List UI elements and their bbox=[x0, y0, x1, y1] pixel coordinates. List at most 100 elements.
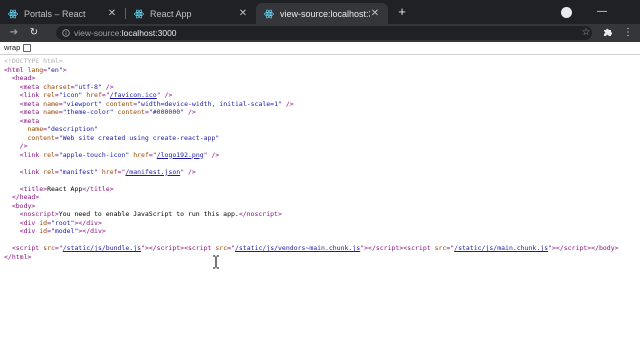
tag-text: <script bbox=[403, 244, 431, 252]
attr-value: "en" bbox=[47, 65, 63, 74]
react-icon bbox=[8, 9, 18, 19]
attr-name: name bbox=[43, 99, 59, 108]
tag-text: ></div> bbox=[74, 218, 102, 227]
source-line: <meta name="viewport" content="width=dev… bbox=[4, 100, 619, 109]
info-icon[interactable] bbox=[62, 29, 70, 37]
wrap-label: wrap bbox=[4, 43, 21, 52]
url-text: view-source:localhost:3000 bbox=[74, 28, 177, 38]
tag-text: <script bbox=[11, 244, 40, 252]
source-line: content="Web site created using create-r… bbox=[4, 134, 619, 143]
tag-text: <html bbox=[4, 65, 24, 74]
tag-text: "></script> bbox=[141, 244, 185, 252]
source-link[interactable]: /manifest.json bbox=[125, 168, 180, 176]
tag-text: <script bbox=[184, 244, 212, 252]
attr-value: "apple-touch-icon" bbox=[58, 150, 130, 159]
tag-text: <head bbox=[11, 74, 32, 82]
source-line bbox=[4, 236, 619, 245]
source-line: /> bbox=[4, 142, 619, 151]
source-line: </head> bbox=[4, 193, 619, 202]
arrow-right-icon[interactable]: ➔ bbox=[8, 27, 20, 39]
close-icon[interactable]: ✕ bbox=[107, 8, 117, 19]
source-line: <script src="/static/js/bundle.js"></scr… bbox=[4, 244, 619, 253]
attr-name: rel bbox=[43, 91, 55, 99]
kebab-menu-icon[interactable]: ⋮ bbox=[622, 27, 634, 39]
tag-text: "></script> bbox=[548, 244, 592, 252]
tag-text: "></script> bbox=[360, 244, 404, 252]
attr-value: "theme-color" bbox=[62, 108, 114, 116]
tag-text: <link bbox=[19, 150, 40, 159]
source-link[interactable]: /static/js/vendors~main.chunk.js bbox=[235, 244, 360, 252]
react-icon bbox=[264, 9, 274, 19]
attr-name: name bbox=[27, 125, 44, 133]
tag-text: /> bbox=[19, 142, 28, 150]
attr-value: "utf-8" bbox=[74, 82, 102, 91]
close-icon[interactable]: ✕ bbox=[370, 8, 380, 19]
tag-text: /> bbox=[184, 167, 196, 176]
tag-text: </noscript> bbox=[238, 210, 282, 218]
divider bbox=[0, 54, 640, 55]
source-line: <meta bbox=[4, 117, 619, 126]
tab-view-source[interactable]: view-source:localhost:3000 ✕ bbox=[256, 3, 388, 24]
attr-value: "description" bbox=[47, 125, 98, 133]
profile-icon[interactable] bbox=[561, 7, 572, 18]
text-node: You need to enable JavaScript to run thi… bbox=[58, 210, 239, 218]
source-line: <head> bbox=[4, 74, 619, 83]
attr-value: "root" bbox=[50, 218, 75, 227]
tag-text: ></div> bbox=[78, 227, 106, 235]
source-link[interactable]: /static/js/bundle.js bbox=[63, 244, 141, 252]
source-line: name="description" bbox=[4, 125, 619, 134]
attr-name: id bbox=[39, 227, 48, 235]
url-host: localhost:3000 bbox=[121, 28, 177, 38]
attr-value: "viewport" bbox=[62, 99, 102, 108]
text-node: React App bbox=[47, 184, 83, 193]
source-link[interactable]: /static/js/main.chunk.js bbox=[454, 244, 548, 252]
star-icon[interactable]: ☆ bbox=[580, 27, 592, 39]
attr-name: href bbox=[101, 167, 118, 176]
tab-portals-react[interactable]: Portals – React ✕ bbox=[0, 3, 125, 24]
tag-text: > bbox=[62, 65, 67, 74]
tag-text: /> bbox=[184, 108, 196, 116]
attr-name: charset bbox=[43, 82, 71, 91]
source-line: <!DOCTYPE html> bbox=[4, 57, 619, 66]
tag-text: </html> bbox=[4, 252, 32, 261]
line-wrap-control: wrap bbox=[4, 43, 32, 52]
wrap-checkbox[interactable] bbox=[23, 43, 32, 52]
reload-icon[interactable]: ↻ bbox=[28, 27, 40, 39]
source-line: <div id="root"></div> bbox=[4, 219, 619, 228]
attr-name: src bbox=[43, 244, 55, 252]
attr-name: content bbox=[105, 99, 134, 108]
react-icon bbox=[134, 9, 144, 19]
source-code: <!DOCTYPE html> <html lang="en"> <head> <… bbox=[4, 57, 619, 261]
attr-name: name bbox=[43, 108, 59, 116]
tag-text: =" bbox=[446, 244, 455, 252]
tag-text: /> bbox=[160, 91, 173, 99]
minimize-icon[interactable]: — bbox=[596, 6, 608, 18]
attr-name: content bbox=[27, 133, 55, 142]
tag-text: <body> bbox=[11, 201, 36, 210]
source-line: <link rel="manifest" href="/manifest.jso… bbox=[4, 168, 619, 177]
close-icon[interactable]: ✕ bbox=[238, 8, 248, 19]
tag-text: </head> bbox=[11, 193, 40, 201]
attr-name: href bbox=[86, 91, 102, 99]
puzzle-icon[interactable] bbox=[602, 27, 614, 39]
source-link[interactable]: /favicon.ico bbox=[110, 91, 157, 99]
tab-title: view-source:localhost:3000 bbox=[280, 8, 370, 19]
attr-name: src bbox=[215, 244, 228, 252]
source-line: <meta name="theme-color" content="#00000… bbox=[4, 108, 619, 117]
tag-text: <link bbox=[19, 167, 40, 176]
attr-name: rel bbox=[43, 167, 55, 176]
attr-value: "Web site created using create-react-app… bbox=[58, 133, 220, 142]
attr-name: lang bbox=[27, 65, 44, 74]
tab-react-app[interactable]: React App ✕ bbox=[126, 3, 256, 24]
address-bar[interactable]: view-source:localhost:3000 bbox=[56, 26, 592, 40]
plus-icon[interactable]: + bbox=[396, 5, 408, 18]
source-line bbox=[4, 176, 619, 185]
source-link[interactable]: /logo192.png bbox=[157, 151, 204, 159]
tab-title: Portals – React bbox=[24, 8, 86, 19]
attr-name: src bbox=[434, 244, 447, 252]
tag-text: > bbox=[31, 74, 36, 82]
tag-text: </body> bbox=[591, 244, 619, 252]
source-line: <div id="model"></div> bbox=[4, 227, 619, 236]
tag-text: /> bbox=[101, 82, 114, 91]
tag-text: =" bbox=[54, 244, 63, 252]
